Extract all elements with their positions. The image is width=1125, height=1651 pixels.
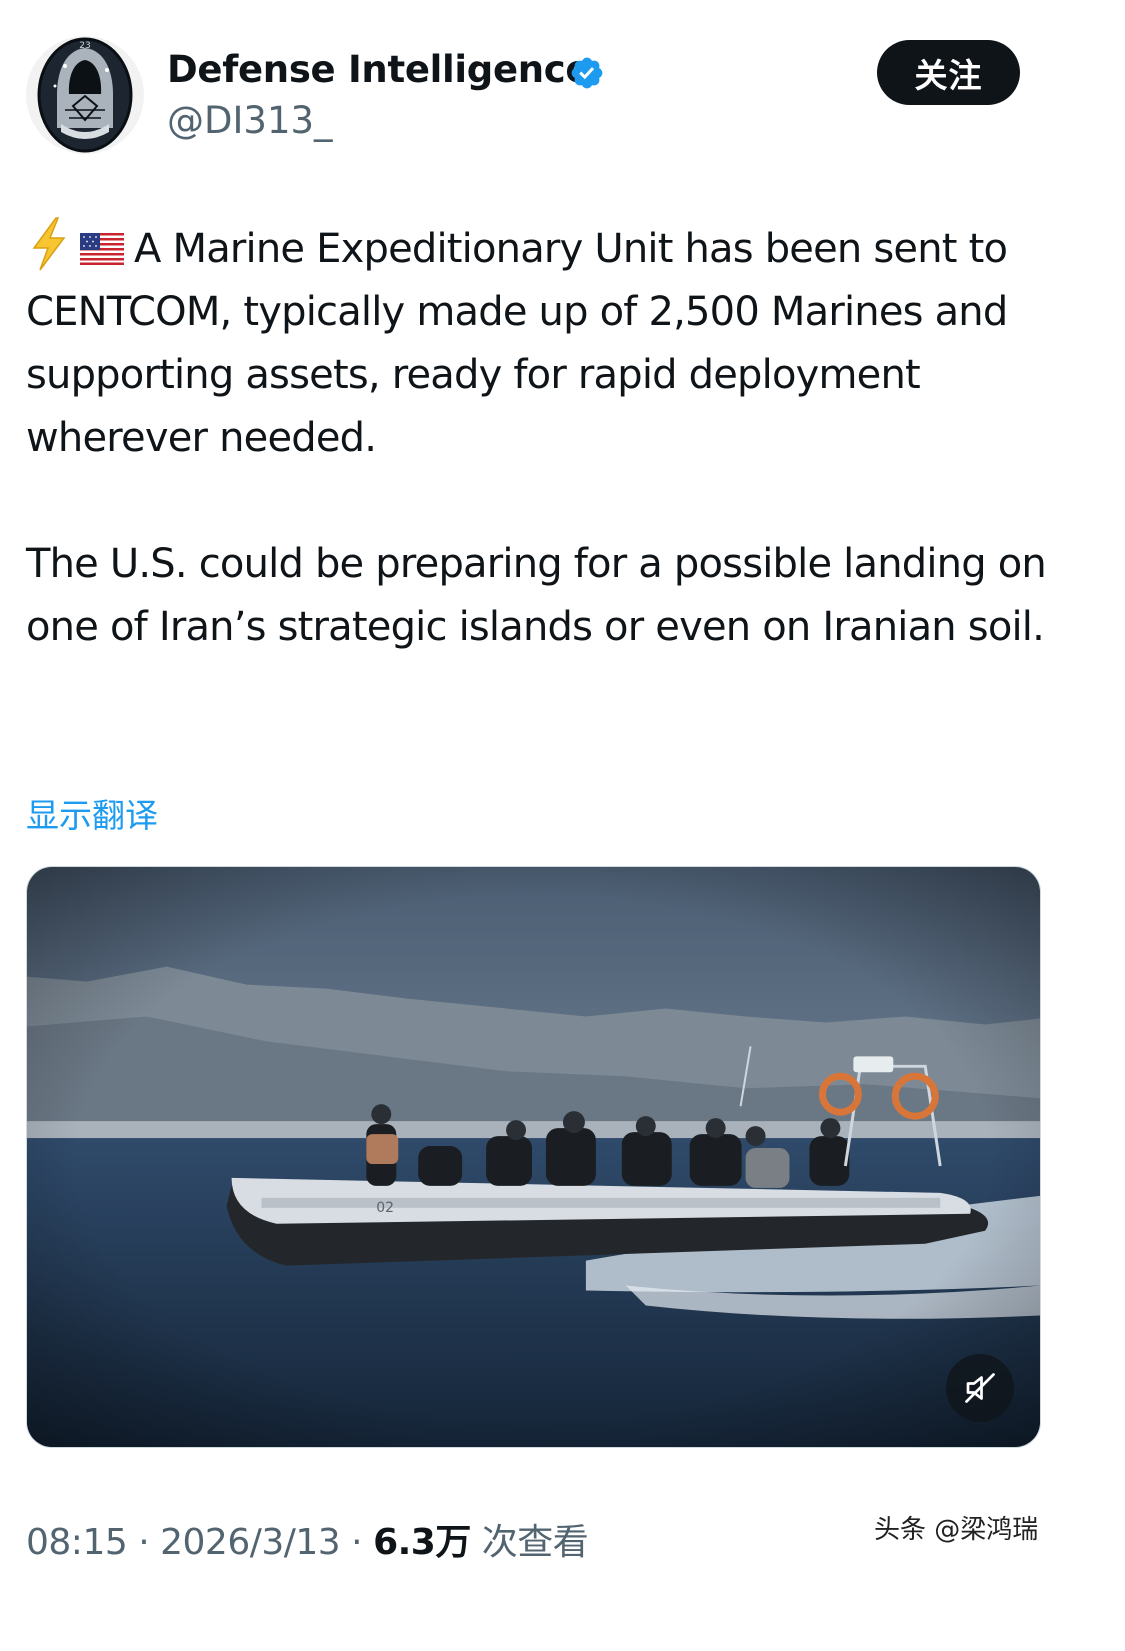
avatar[interactable]: 23: [26, 36, 144, 154]
translate-link[interactable]: 显示翻译: [26, 794, 158, 838]
tweet-paragraph-2: The U.S. could be preparing for a possib…: [26, 541, 1047, 650]
svg-text:23: 23: [79, 41, 90, 51]
mute-button[interactable]: [946, 1354, 1014, 1422]
tweet-paragraph-1: A Marine Expeditionary Unit has been sen…: [26, 216, 1096, 470]
author-name[interactable]: Defense Intelligence: [167, 46, 591, 94]
views-label: 次查看: [481, 1522, 589, 1563]
lightning-bolt-icon: [32, 217, 66, 271]
follow-button[interactable]: 关注: [877, 40, 1020, 105]
separator: ·: [351, 1522, 363, 1563]
boat-video-frame: 02: [27, 867, 1040, 1447]
tweet-paragraph-1-text: A Marine Expeditionary Unit has been sen…: [26, 226, 1008, 461]
verified-badge-icon: [571, 57, 603, 89]
author-handle[interactable]: @DI313_: [167, 98, 333, 144]
tweet-date[interactable]: 2026/3/13: [160, 1522, 341, 1563]
muted-speaker-icon: [965, 1373, 995, 1403]
video-player[interactable]: 02: [26, 866, 1041, 1448]
hooded-figure-patch-icon: 23: [37, 37, 133, 153]
views-count: 6.3万: [373, 1522, 471, 1563]
tweet-text: A Marine Expeditionary Unit has been sen…: [26, 216, 1096, 659]
separator: ·: [138, 1522, 150, 1563]
watermark: 头条 @梁鸿瑞: [874, 1515, 1039, 1545]
us-flag-icon: [80, 233, 124, 265]
tweet-time[interactable]: 08:15: [26, 1522, 128, 1563]
tweet-meta: 08:15 · 2026/3/13 · 6.3万 次查看: [26, 1519, 589, 1567]
